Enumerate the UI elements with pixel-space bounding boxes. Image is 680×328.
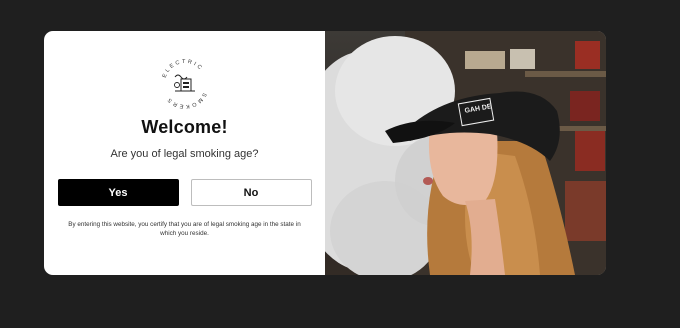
hero-photo: GAH DE xyxy=(325,31,606,275)
electric-smokers-logo-icon: ELECTRIC SMOKERS xyxy=(161,59,207,109)
age-question: Are you of legal smoking age? xyxy=(110,148,259,160)
brand-logo: ELECTRIC SMOKERS xyxy=(157,55,213,111)
yes-button[interactable]: Yes xyxy=(57,179,179,206)
svg-text:ELECTRIC: ELECTRIC xyxy=(161,59,203,79)
age-verification-modal: ELECTRIC SMOKERS Welcome! Are you of leg… xyxy=(44,31,606,275)
smoking-woman-image: GAH DE xyxy=(325,31,606,275)
modal-content: ELECTRIC SMOKERS Welcome! Are you of leg… xyxy=(44,31,325,275)
svg-text:SMOKERS: SMOKERS xyxy=(165,91,207,109)
modal-title: Welcome! xyxy=(141,117,228,137)
no-button[interactable]: No xyxy=(190,179,312,206)
button-row: Yes No xyxy=(57,179,312,206)
legal-disclaimer: By entering this website, you certify th… xyxy=(68,221,301,237)
